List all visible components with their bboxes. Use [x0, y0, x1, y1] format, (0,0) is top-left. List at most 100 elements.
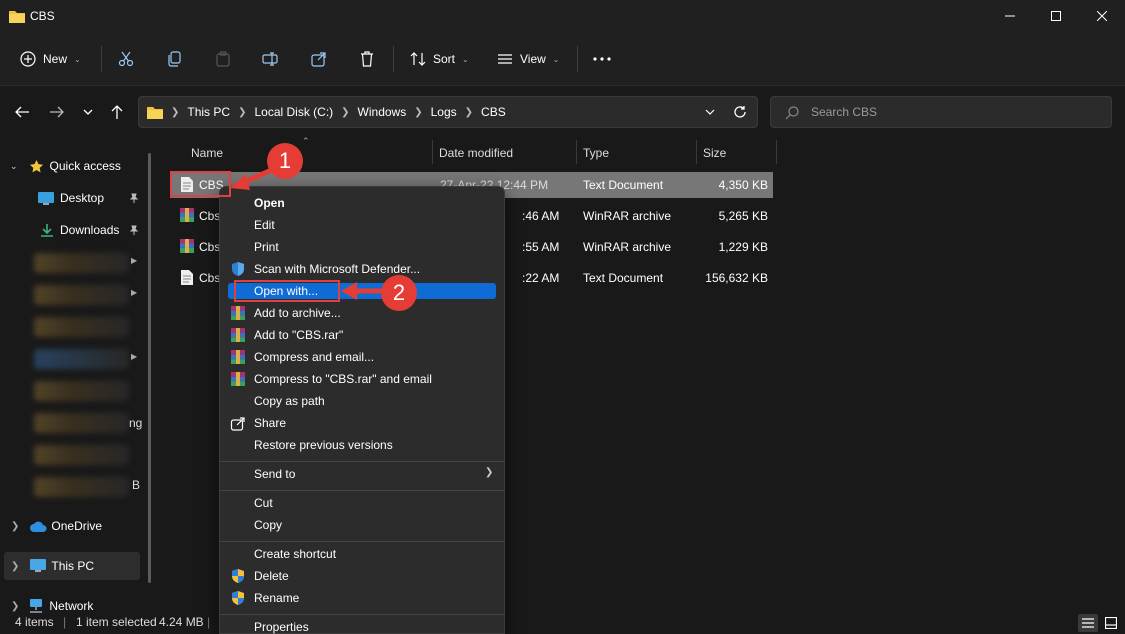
copy-button[interactable]: [167, 44, 183, 74]
menu-label: Add to archive...: [254, 306, 341, 320]
column-header-size[interactable]: Size: [703, 146, 726, 170]
menu-label: Compress and email...: [254, 350, 375, 364]
menu-item-rename[interactable]: Rename: [220, 587, 504, 609]
blurred-item: [34, 317, 129, 337]
refresh-icon[interactable]: [733, 105, 747, 119]
menu-label: Add to "CBS.rar": [254, 328, 344, 342]
pin-icon[interactable]: [129, 225, 139, 235]
computer-icon: [30, 559, 47, 573]
sidebar-label: OneDrive: [51, 519, 103, 533]
new-label: New: [43, 52, 68, 66]
menu-item-add-to-archive[interactable]: Add to archive...: [220, 302, 504, 324]
forward-button[interactable]: [47, 102, 67, 122]
defender-shield-icon: [230, 261, 246, 277]
blurred-item: [34, 413, 129, 433]
annotation-arrow-2: [341, 282, 385, 300]
chevron-right-icon[interactable]: ▶: [131, 256, 137, 265]
sidebar-item-onedrive[interactable]: ❯ OneDrive: [0, 513, 145, 539]
cut-button[interactable]: [118, 44, 134, 74]
menu-item-copy-as-path[interactable]: Copy as path: [220, 390, 504, 412]
scissors-icon: [118, 51, 134, 67]
chevron-right-icon: ❯: [11, 560, 20, 572]
chevron-down-icon[interactable]: [705, 109, 715, 115]
menu-item-send-to[interactable]: Send to ❯: [220, 463, 504, 485]
status-selected: 1 item selected: [76, 615, 157, 629]
file-type: WinRAR archive: [583, 209, 672, 223]
step-number: 1: [278, 148, 292, 173]
new-button[interactable]: New ⌄: [20, 44, 81, 74]
menu-item-compress-rar-email[interactable]: Compress to "CBS.rar" and email: [220, 368, 504, 390]
column-header-date[interactable]: Date modified: [439, 146, 513, 170]
up-button[interactable]: [107, 102, 127, 122]
sidebar-item-this-pc[interactable]: ❯ This PC: [4, 552, 140, 580]
view-button[interactable]: View ⌄: [497, 44, 560, 74]
share-button[interactable]: [311, 44, 327, 74]
recent-locations-button[interactable]: [78, 102, 98, 122]
menu-label: Copy as path: [254, 394, 325, 408]
column-divider[interactable]: [696, 140, 697, 164]
rename-button[interactable]: [262, 44, 278, 74]
menu-label: Share: [254, 416, 287, 430]
breadcrumb: ❯ This PC ❯ Local Disk (C:) ❯ Windows ❯ …: [171, 105, 506, 119]
menu-item-edit[interactable]: Edit: [220, 214, 504, 236]
menu-item-properties[interactable]: Properties: [220, 616, 504, 634]
sidebar-scrollbar[interactable]: [148, 153, 151, 583]
menu-item-compress-email[interactable]: Compress and email...: [220, 346, 504, 368]
menu-item-delete[interactable]: Delete: [220, 565, 504, 587]
menu-item-share[interactable]: Share: [220, 412, 504, 434]
delete-button[interactable]: [359, 44, 375, 74]
file-date: :22 AM: [522, 271, 560, 285]
breadcrumb-this-pc[interactable]: This PC: [187, 105, 230, 119]
sidebar-partial-label: ng: [129, 416, 143, 430]
menu-item-print[interactable]: Print: [220, 236, 504, 258]
blurred-item: [34, 253, 129, 273]
minimize-button[interactable]: [987, 0, 1033, 32]
chevron-right-icon[interactable]: ▶: [131, 288, 137, 297]
menu-label: Send to: [254, 467, 296, 481]
menu-item-create-shortcut[interactable]: Create shortcut: [220, 543, 504, 565]
file-type: Text Document: [583, 271, 664, 285]
column-header-name[interactable]: Name: [191, 146, 223, 170]
breadcrumb-local-disk[interactable]: Local Disk (C:): [254, 105, 333, 119]
sidebar-item-desktop[interactable]: Desktop: [0, 185, 145, 211]
tiles-view-icon[interactable]: [1101, 614, 1121, 632]
download-arrow-icon: [40, 223, 54, 237]
blurred-item: [34, 381, 129, 401]
desktop-icon: [38, 191, 54, 205]
sidebar-item-quick-access[interactable]: ⌄ Quick access: [0, 153, 145, 179]
status-item-count: 4 items: [15, 615, 54, 629]
file-size: 4,350 KB: [718, 178, 768, 192]
menu-item-cut[interactable]: Cut: [220, 492, 504, 514]
column-divider[interactable]: [776, 140, 777, 164]
breadcrumb-cbs[interactable]: CBS: [481, 105, 506, 119]
more-options-button[interactable]: [593, 44, 611, 74]
close-button[interactable]: [1079, 0, 1125, 32]
breadcrumb-logs[interactable]: Logs: [431, 105, 457, 119]
sidebar-item-downloads[interactable]: Downloads: [0, 217, 145, 243]
sort-button[interactable]: Sort ⌄: [410, 44, 469, 74]
sidebar-label: Quick access: [49, 159, 121, 173]
chevron-down-icon: ⌄: [10, 160, 18, 171]
chevron-right-icon: ❯: [171, 106, 180, 118]
address-bar[interactable]: ❯ This PC ❯ Local Disk (C:) ❯ Windows ❯ …: [138, 96, 758, 128]
search-box[interactable]: Search CBS: [770, 96, 1112, 128]
chevron-right-icon[interactable]: ▶: [131, 352, 137, 361]
blurred-item: [34, 477, 129, 497]
file-date: :46 AM: [522, 209, 560, 223]
column-divider[interactable]: [432, 140, 433, 164]
pin-icon[interactable]: [129, 193, 139, 203]
command-bar: New ⌄ Sort ⌄ View ⌄: [0, 32, 1125, 86]
column-header-type[interactable]: Type: [583, 146, 609, 170]
breadcrumb-windows[interactable]: Windows: [358, 105, 407, 119]
menu-item-copy[interactable]: Copy: [220, 514, 504, 536]
maximize-button[interactable]: [1033, 0, 1079, 32]
paste-button[interactable]: [215, 44, 231, 74]
menu-item-scan-defender[interactable]: Scan with Microsoft Defender...: [220, 258, 504, 280]
text-file-icon: [181, 270, 193, 285]
menu-item-add-to-rar[interactable]: Add to "CBS.rar": [220, 324, 504, 346]
column-divider[interactable]: [576, 140, 577, 164]
details-view-icon[interactable]: [1078, 614, 1098, 632]
back-button[interactable]: [12, 102, 32, 122]
chevron-right-icon: ❯: [238, 106, 247, 118]
menu-item-restore-versions[interactable]: Restore previous versions: [220, 434, 504, 456]
